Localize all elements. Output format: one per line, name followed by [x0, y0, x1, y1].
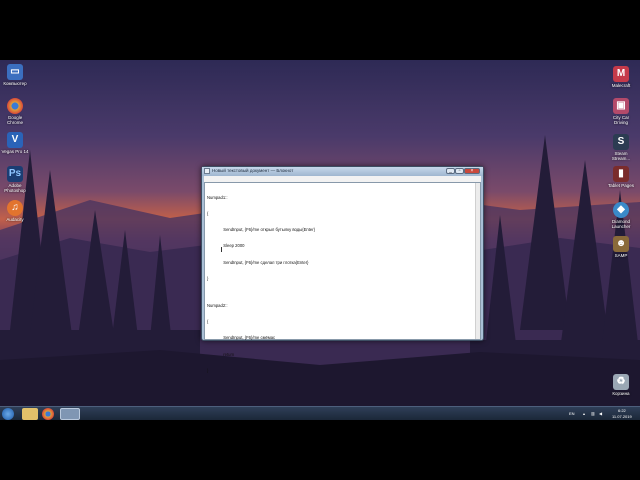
chrome-icon: [7, 98, 23, 114]
maximize-icon: ▫: [458, 168, 461, 174]
desktop-icon-samp[interactable]: ☻ SAMP: [606, 236, 636, 258]
window-title: Новый текстовый документ — Блокнот: [212, 168, 294, 173]
volume-icon[interactable]: ◀: [599, 411, 602, 416]
samp-icon: ☻: [613, 236, 629, 252]
text-line: }: [207, 275, 209, 281]
taskbar: EN ▴ ▥ ◀ 6:22 11.07.2019: [0, 406, 640, 420]
text-line: SendInput, {F6}/me сделал три глотка{Ent…: [207, 259, 309, 265]
text-line: SendInput, {F6}/me смёмас: [207, 335, 276, 341]
desktop-icon-city-car-driving[interactable]: ▣ City Car Driving: [606, 98, 636, 125]
window-titlebar[interactable]: Новый текстовый документ — Блокнот _ ▫ ×: [202, 167, 483, 176]
text-line: SendInput, {F6}/me открыл бутылку воды{E…: [207, 227, 316, 233]
taskbar-chrome[interactable]: [42, 408, 54, 420]
malecraft-icon: M: [613, 66, 629, 82]
car-icon: ▣: [613, 98, 629, 114]
text-line: return: [207, 351, 235, 357]
text-cursor: [221, 247, 222, 252]
computer-icon: ▭: [7, 64, 23, 80]
language-indicator[interactable]: EN: [569, 411, 575, 416]
vertical-scrollbar[interactable]: [475, 183, 480, 339]
close-button[interactable]: ×: [464, 168, 480, 174]
steam-icon: S: [613, 134, 629, 150]
text-line: Numpad2::: [207, 302, 228, 308]
desktop-icon-vegas[interactable]: V Vegas Pro 14: [0, 132, 30, 154]
taskbar-explorer[interactable]: [22, 408, 38, 420]
tablet-icon: ▮: [613, 166, 629, 182]
minimize-icon: _: [449, 168, 452, 174]
clock-time[interactable]: 6:22: [618, 408, 626, 413]
minimize-button[interactable]: _: [446, 168, 455, 174]
diamond-icon: ◆: [613, 202, 629, 218]
recycle-bin-icon: ♻: [613, 374, 629, 390]
text-line: Sleep 2000: [207, 243, 245, 249]
desktop-icon-computer[interactable]: ▭ Компьютер: [0, 64, 30, 86]
start-button[interactable]: [2, 408, 14, 420]
desktop-icon-diamond-launcher[interactable]: ◆ Diamond Launcher: [606, 202, 636, 229]
close-icon: ×: [470, 168, 474, 174]
notepad-app-icon: [204, 168, 210, 174]
maximize-button[interactable]: ▫: [455, 168, 464, 174]
desktop-icon-photoshop[interactable]: Ps Adobe Photoshop: [0, 166, 30, 193]
text-line: }: [207, 367, 209, 373]
notepad-window[interactable]: Новый текстовый документ — Блокнот _ ▫ ×…: [201, 166, 484, 373]
desktop-icon-malecraft[interactable]: M Malecraft: [606, 66, 636, 88]
desktop-icon-steam[interactable]: S Steam Stream...: [606, 134, 636, 161]
text-line: Numpad1::: [207, 194, 228, 200]
desktop-icon-audacity[interactable]: ♫ Audacity: [0, 200, 30, 222]
network-icon[interactable]: ▥: [591, 411, 595, 416]
editor-text[interactable]: Numpad1:: { SendInput, {F6}/me открыл бу…: [207, 184, 475, 373]
text-line: {: [207, 319, 209, 325]
text-line: {: [207, 211, 209, 217]
desktop-icon-recycle-bin[interactable]: ♻ Корзина: [606, 374, 636, 396]
desktop-icon-chrome[interactable]: Google Chrome: [0, 98, 30, 125]
text-editor-area[interactable]: Numpad1:: { SendInput, {F6}/me открыл бу…: [204, 182, 481, 373]
screen: ▭ Компьютер Google Chrome V Vegas Pro 14…: [0, 0, 640, 480]
clock-date[interactable]: 11.07.2019: [612, 414, 632, 419]
desktop-icon-tablet[interactable]: ▮ Tablet Pages: [606, 166, 636, 188]
audacity-icon: ♫: [7, 200, 23, 216]
tray-arrow-icon[interactable]: ▴: [583, 411, 585, 416]
vegas-icon: V: [7, 132, 23, 148]
photoshop-icon: Ps: [7, 166, 23, 182]
taskbar-notepad[interactable]: [60, 408, 80, 420]
